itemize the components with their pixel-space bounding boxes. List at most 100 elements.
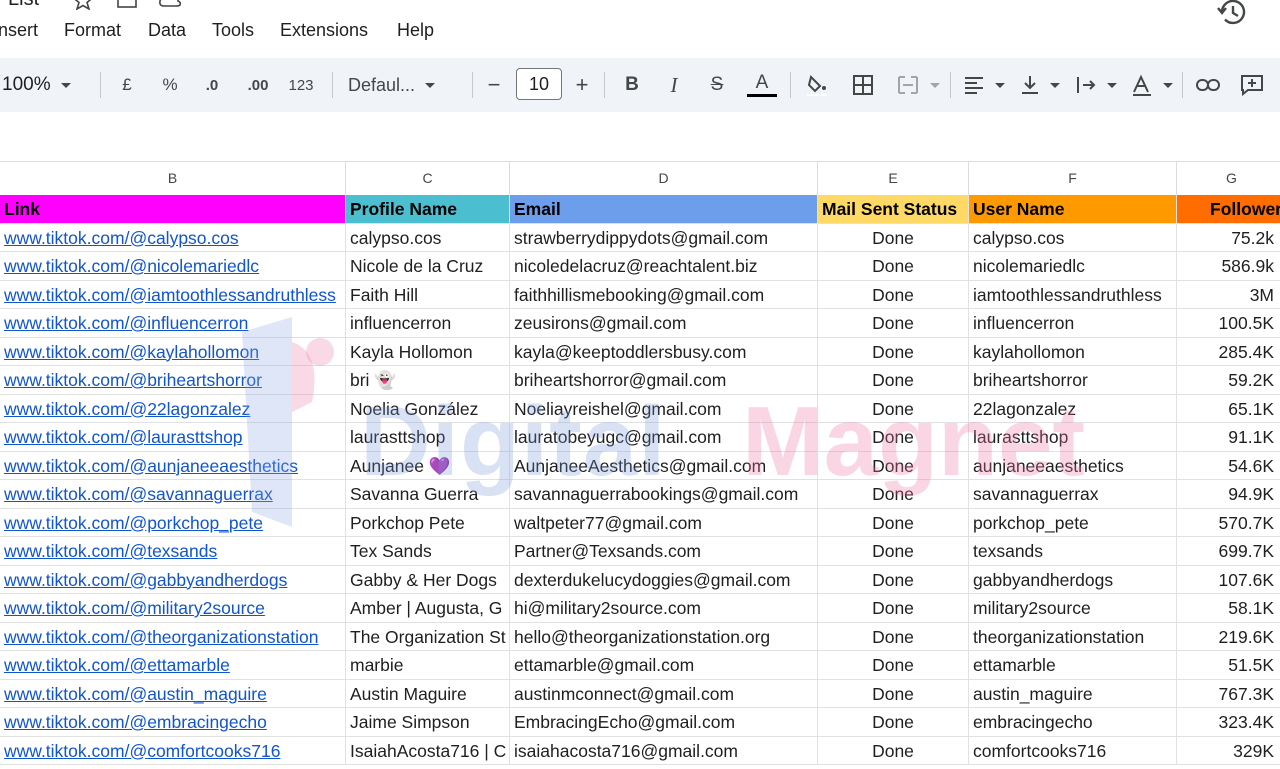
- mail-status-cell[interactable]: Done: [818, 594, 969, 623]
- email-cell[interactable]: waltpeter77@gmail.com: [510, 508, 818, 537]
- followers-cell[interactable]: 329K: [1177, 737, 1280, 765]
- document-title[interactable]: List: [8, 0, 39, 11]
- email-cell[interactable]: strawberrydippydots@gmail.com: [510, 223, 818, 252]
- menu-tools[interactable]: Tools: [212, 20, 254, 41]
- profile-name-cell[interactable]: The Organization St: [346, 622, 510, 651]
- user-name-cell[interactable]: iamtoothlessandruthless: [969, 280, 1177, 309]
- bold-button[interactable]: B: [618, 58, 646, 112]
- email-cell[interactable]: Partner@Texsands.com: [510, 537, 818, 566]
- header-cell-user-name[interactable]: User Name: [969, 195, 1177, 224]
- mail-status-cell[interactable]: Done: [818, 736, 969, 765]
- column-header-f[interactable]: F: [969, 162, 1177, 195]
- user-name-cell[interactable]: nicolemariedlc: [969, 252, 1177, 281]
- user-name-cell[interactable]: texsands: [969, 537, 1177, 566]
- column-header-e[interactable]: E: [818, 162, 969, 195]
- insert-link-icon[interactable]: [1192, 58, 1224, 112]
- link-cell[interactable]: www.tiktok.com/@military2source: [0, 594, 346, 623]
- link-cell[interactable]: www.tiktok.com/@nicolemariedlc: [0, 252, 346, 281]
- mail-status-cell[interactable]: Done: [818, 651, 969, 680]
- user-name-cell[interactable]: embracingecho: [969, 708, 1177, 737]
- followers-cell[interactable]: 285.4K: [1177, 338, 1280, 366]
- user-name-cell[interactable]: military2source: [969, 594, 1177, 623]
- link-cell[interactable]: www.tiktok.com/@ettamarble: [0, 651, 346, 680]
- email-cell[interactable]: hello@theorganizationstation.org: [510, 622, 818, 651]
- menu-extensions[interactable]: Extensions: [280, 20, 368, 41]
- mail-status-cell[interactable]: Done: [818, 252, 969, 281]
- user-name-cell[interactable]: austin_maguire: [969, 679, 1177, 708]
- user-name-cell[interactable]: ettamarble: [969, 651, 1177, 680]
- followers-cell[interactable]: 699.7K: [1177, 537, 1280, 566]
- followers-cell[interactable]: 570.7K: [1177, 509, 1280, 537]
- followers-cell[interactable]: 65.1K: [1177, 395, 1280, 423]
- insert-comment-icon[interactable]: [1236, 58, 1268, 112]
- profile-name-cell[interactable]: marbie: [346, 651, 510, 680]
- link-cell[interactable]: www.tiktok.com/@austin_maguire: [0, 679, 346, 708]
- column-header-c[interactable]: C: [346, 162, 510, 195]
- profile-name-cell[interactable]: Nicole de la Cruz: [346, 252, 510, 281]
- user-name-cell[interactable]: gabbyandherdogs: [969, 565, 1177, 594]
- followers-cell[interactable]: 219.6K: [1177, 623, 1280, 651]
- user-name-cell[interactable]: comfortcooks716: [969, 736, 1177, 765]
- column-header-d[interactable]: D: [510, 162, 818, 195]
- italic-button[interactable]: I: [660, 58, 688, 112]
- link-cell[interactable]: www.tiktok.com/@comfortcooks716: [0, 736, 346, 765]
- followers-cell[interactable]: 767.3K: [1177, 680, 1280, 708]
- profile-name-cell[interactable]: Faith Hill: [346, 280, 510, 309]
- increase-decimal-button[interactable]: .00: [240, 58, 276, 112]
- followers-cell[interactable]: 91.1K: [1177, 423, 1280, 452]
- more-formats-button[interactable]: 123: [284, 58, 318, 112]
- fill-color-icon[interactable]: [802, 58, 832, 112]
- vertical-align-icon[interactable]: [1016, 58, 1064, 112]
- mail-status-cell[interactable]: Done: [818, 565, 969, 594]
- mail-status-cell[interactable]: Done: [818, 223, 969, 252]
- header-cell-profile-name[interactable]: Profile Name: [346, 195, 510, 224]
- mail-status-cell[interactable]: Done: [818, 537, 969, 566]
- mail-status-cell[interactable]: Done: [818, 337, 969, 366]
- user-name-cell[interactable]: calypso.cos: [969, 223, 1177, 252]
- move-to-folder-icon[interactable]: [116, 0, 138, 10]
- email-cell[interactable]: nicoledelacruz@reachtalent.biz: [510, 252, 818, 281]
- followers-cell[interactable]: 75.2k: [1177, 224, 1280, 252]
- mail-status-cell[interactable]: Done: [818, 309, 969, 338]
- mail-status-cell[interactable]: Done: [818, 508, 969, 537]
- link-cell[interactable]: www.tiktok.com/@gabbyandherdogs: [0, 565, 346, 594]
- version-history-icon[interactable]: [1214, 0, 1250, 30]
- link-cell[interactable]: www.tiktok.com/@embracingecho: [0, 708, 346, 737]
- email-cell[interactable]: austinmconnect@gmail.com: [510, 679, 818, 708]
- profile-name-cell[interactable]: calypso.cos: [346, 223, 510, 252]
- followers-cell[interactable]: 94.9K: [1177, 480, 1280, 509]
- font-size-input[interactable]: 10: [516, 68, 562, 100]
- followers-cell[interactable]: 586.9k: [1177, 252, 1280, 281]
- font-family-select[interactable]: Defaul...: [348, 58, 458, 112]
- profile-name-cell[interactable]: Gabby & Her Dogs: [346, 565, 510, 594]
- user-name-cell[interactable]: influencerron: [969, 309, 1177, 338]
- followers-cell[interactable]: 3M: [1177, 281, 1280, 309]
- email-cell[interactable]: dexterdukelucydoggies@gmail.com: [510, 565, 818, 594]
- menu-insert[interactable]: nsert: [0, 20, 38, 41]
- menu-help[interactable]: Help: [397, 20, 434, 41]
- increase-font-size-button[interactable]: +: [568, 58, 596, 112]
- menu-data[interactable]: Data: [148, 20, 186, 41]
- profile-name-cell[interactable]: Porkchop Pete: [346, 508, 510, 537]
- column-header-b[interactable]: B: [0, 162, 346, 195]
- profile-name-cell[interactable]: Austin Maguire: [346, 679, 510, 708]
- borders-icon[interactable]: [848, 58, 878, 112]
- email-cell[interactable]: EmbracingEcho@gmail.com: [510, 708, 818, 737]
- mail-status-cell[interactable]: Done: [818, 622, 969, 651]
- followers-cell[interactable]: 58.1K: [1177, 594, 1280, 623]
- horizontal-align-icon[interactable]: [960, 58, 1008, 112]
- link-cell[interactable]: www.tiktok.com/@calypso.cos: [0, 223, 346, 252]
- followers-cell[interactable]: 51.5K: [1177, 651, 1280, 680]
- strikethrough-button[interactable]: S: [703, 58, 731, 112]
- zoom-select[interactable]: 100%: [2, 58, 86, 112]
- link-cell[interactable]: www.tiktok.com/@texsands: [0, 537, 346, 566]
- profile-name-cell[interactable]: IsaiahAcosta716 | C: [346, 736, 510, 765]
- mail-status-cell[interactable]: Done: [818, 280, 969, 309]
- decrease-decimal-button[interactable]: .0: [196, 58, 228, 112]
- cloud-status-icon[interactable]: [158, 0, 182, 10]
- mail-status-cell[interactable]: Done: [818, 708, 969, 737]
- link-cell[interactable]: www.tiktok.com/@theorganizationstation: [0, 622, 346, 651]
- header-cell-followers[interactable]: Follower: [1177, 195, 1280, 224]
- user-name-cell[interactable]: theorganizationstation: [969, 622, 1177, 651]
- email-cell[interactable]: zeusirons@gmail.com: [510, 309, 818, 338]
